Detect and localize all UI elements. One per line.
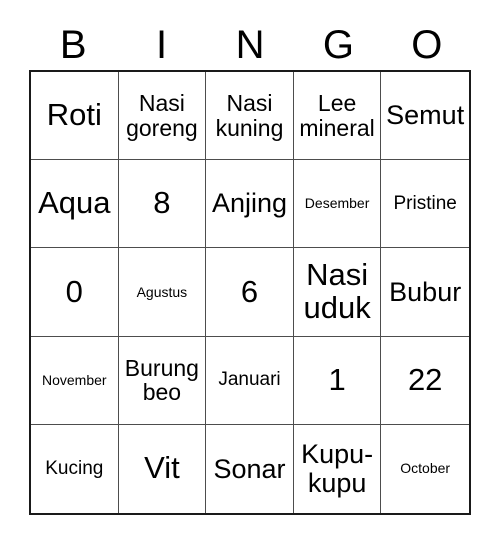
bingo-cell[interactable]: Januari: [206, 336, 294, 425]
bingo-cell[interactable]: 0: [31, 248, 119, 337]
bingo-cell[interactable]: Kupu-kupu: [293, 424, 382, 513]
bingo-cell[interactable]: Burung beo: [118, 336, 207, 425]
bingo-cell-text: Nasi kuning: [215, 90, 284, 141]
bingo-cell[interactable]: October: [381, 424, 469, 513]
bingo-cell-text: 8: [153, 185, 171, 221]
header-letter-text: B: [59, 23, 87, 67]
bingo-cell[interactable]: Vit: [118, 424, 207, 513]
bingo-cell[interactable]: Nasi goreng: [118, 72, 207, 161]
bingo-header-letter-n: N: [206, 20, 294, 70]
bingo-cell-text: Roti: [46, 97, 102, 133]
bingo-cell-text: Lee mineral: [299, 90, 375, 141]
bingo-cell[interactable]: 6: [206, 248, 294, 337]
bingo-cell-text: Kucing: [45, 457, 104, 479]
header-letter-text: G: [322, 23, 354, 67]
bingo-cell[interactable]: 8: [118, 160, 207, 249]
bingo-cell[interactable]: Nasi kuning: [206, 72, 294, 161]
bingo-cell-text: 22: [407, 361, 443, 397]
bingo-header-letter-o: O: [383, 20, 471, 70]
bingo-cell[interactable]: Roti: [31, 72, 119, 161]
bingo-cell-text: Desember: [304, 195, 370, 212]
bingo-cell-text: Agustus: [136, 283, 188, 300]
bingo-header-letter-g: G: [294, 20, 382, 70]
bingo-cell-text: 0: [65, 273, 83, 309]
bingo-cell-text: 1: [328, 361, 346, 397]
bingo-cell[interactable]: Agustus: [118, 248, 207, 337]
bingo-cell-text: Anjing: [211, 188, 288, 219]
bingo-cell-text: Kupu-kupu: [301, 439, 374, 498]
bingo-cell-text: Aqua: [38, 185, 111, 221]
bingo-cell[interactable]: Lee mineral: [293, 72, 382, 161]
bingo-header-row: B I N G O: [29, 20, 471, 70]
bingo-cell-text: Nasi goreng: [126, 90, 198, 141]
bingo-cell[interactable]: 1: [293, 336, 382, 425]
bingo-cell[interactable]: Sonar: [206, 424, 294, 513]
bingo-cell[interactable]: 22: [381, 336, 469, 425]
bingo-cell[interactable]: Semut: [381, 72, 469, 161]
bingo-header-letter-b: B: [29, 20, 117, 70]
bingo-header-letter-i: I: [117, 20, 205, 70]
header-letter-text: O: [411, 23, 443, 67]
bingo-cell-text: Vit: [144, 450, 180, 486]
bingo-cell[interactable]: Aqua: [31, 160, 119, 249]
bingo-cell-text: October: [400, 460, 451, 477]
bingo-cell[interactable]: Pristine: [381, 160, 469, 249]
bingo-cell[interactable]: November: [31, 336, 119, 425]
bingo-cell-text: Sonar: [213, 453, 286, 484]
bingo-cell-text: 6: [240, 273, 259, 309]
bingo-card: B I N G O Roti Nasi goreng Nasi kuning L…: [0, 0, 500, 544]
bingo-grid: Roti Nasi goreng Nasi kuning Lee mineral…: [29, 70, 471, 515]
bingo-cell-text: Januari: [218, 369, 281, 391]
bingo-cell[interactable]: Bubur: [381, 248, 469, 337]
bingo-cell-text: Semut: [386, 100, 465, 131]
bingo-cell-text: Nasi uduk: [303, 257, 371, 325]
bingo-cell-text: Pristine: [393, 192, 457, 214]
bingo-cell-text: November: [42, 371, 107, 388]
header-letter-text: I: [156, 23, 168, 67]
header-letter-text: N: [235, 23, 265, 67]
bingo-cell[interactable]: Kucing: [31, 424, 119, 513]
bingo-cell[interactable]: Desember: [293, 160, 382, 249]
bingo-cell[interactable]: Anjing: [206, 160, 294, 249]
bingo-cell[interactable]: Nasi uduk: [293, 248, 382, 337]
bingo-cell-text: Burung beo: [124, 354, 199, 406]
bingo-cell-text: Bubur: [389, 276, 462, 307]
